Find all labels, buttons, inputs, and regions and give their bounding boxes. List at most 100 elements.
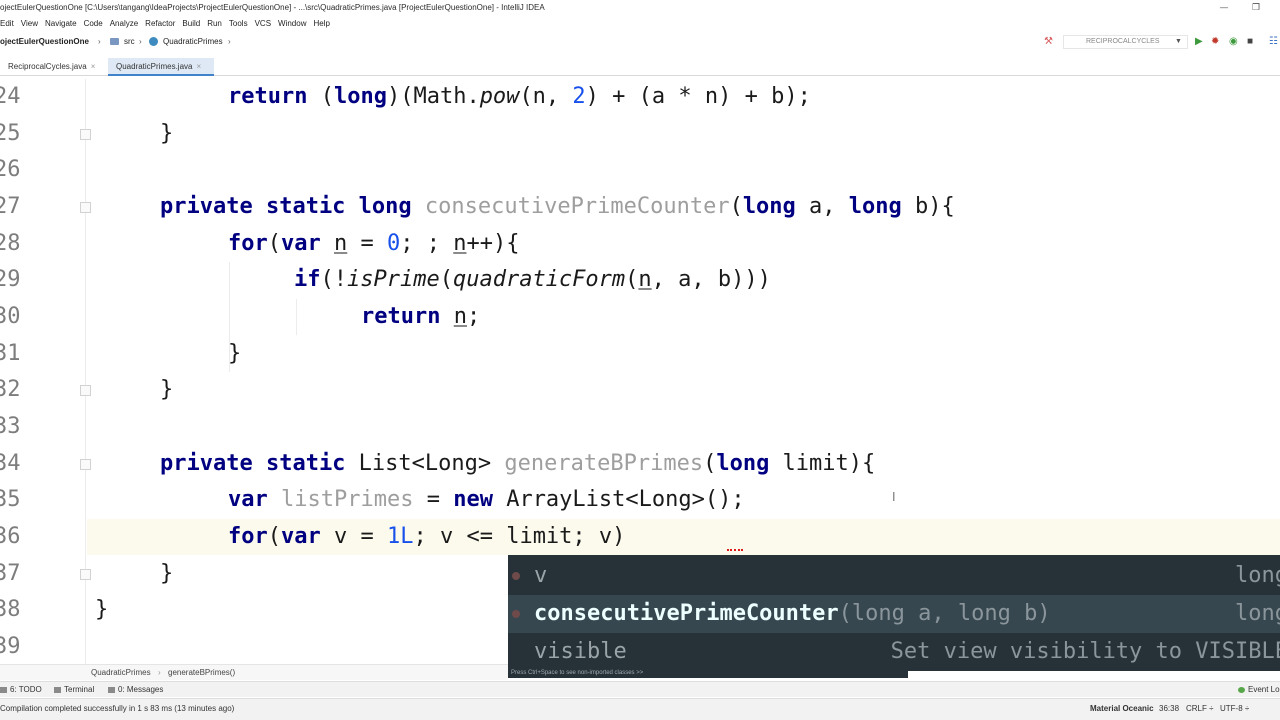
gutter: 24 25 26 27 28 29 30 31 32 33 34 35 36 3… bbox=[0, 79, 91, 664]
messages-icon bbox=[108, 686, 115, 693]
breadcrumb-method[interactable]: generateBPrimes() bbox=[168, 665, 235, 681]
coverage-icon[interactable]: ◉ bbox=[1229, 31, 1238, 53]
completion-args: (long a, long b) bbox=[838, 601, 1051, 626]
line-number: 31 bbox=[0, 341, 21, 366]
line-number: 33 bbox=[0, 414, 21, 439]
caret-position[interactable]: 36:38 bbox=[1159, 699, 1179, 719]
navigation-bar: ojectEulerQuestionOne › src › QuadraticP… bbox=[0, 31, 1280, 53]
menu-view[interactable]: View bbox=[21, 16, 38, 31]
editor-tabs: ReciprocalCycles.java × QuadraticPrimes.j… bbox=[0, 58, 1280, 76]
run-icon[interactable]: ▶ bbox=[1195, 31, 1203, 53]
file-encoding[interactable]: UTF-8 ÷ bbox=[1220, 699, 1249, 719]
todo-icon bbox=[0, 686, 7, 693]
breadcrumb: QuadraticPrimes › generateBPrimes() bbox=[0, 664, 508, 680]
tool-window-bar: 6: TODO Terminal 0: Messages Event Log bbox=[0, 681, 1280, 697]
menu-window[interactable]: Window bbox=[278, 16, 306, 31]
line-number: 28 bbox=[0, 231, 21, 256]
menu-run[interactable]: Run bbox=[207, 16, 222, 31]
chevron-down-icon[interactable]: ▼ bbox=[1175, 31, 1182, 53]
terminal-icon bbox=[54, 686, 61, 693]
nav-folder[interactable]: src bbox=[124, 31, 135, 53]
completion-name: consecutivePrimeCounter(long a, long b) bbox=[534, 595, 1051, 633]
todo-tool-button[interactable]: 6: TODO bbox=[0, 682, 42, 697]
menu-analyze[interactable]: Analyze bbox=[110, 16, 138, 31]
messages-label: 0: Messages bbox=[118, 685, 164, 694]
menu-build[interactable]: Build bbox=[182, 16, 200, 31]
run-config-select[interactable]: RECIPROCALCYCLES bbox=[1063, 35, 1188, 49]
menu-code[interactable]: Code bbox=[84, 16, 103, 31]
event-log-icon bbox=[1238, 686, 1245, 693]
restore-button[interactable]: ❐ bbox=[1246, 0, 1266, 16]
completion-type: long bbox=[1235, 563, 1280, 588]
window-title: ojectEulerQuestionOne [C:\Users\tangang\… bbox=[0, 3, 545, 12]
line-number: 37 bbox=[0, 561, 21, 586]
completion-name: v bbox=[534, 563, 548, 588]
nav-project[interactable]: ojectEulerQuestionOne bbox=[0, 31, 89, 53]
line-number: 25 bbox=[0, 121, 21, 146]
tab-quadratic-primes[interactable]: QuadraticPrimes.java × bbox=[108, 58, 214, 76]
breadcrumb-separator: › bbox=[158, 668, 161, 677]
fold-marker[interactable] bbox=[76, 200, 94, 214]
title-bar: ojectEulerQuestionOne [C:\Users\tangang\… bbox=[0, 0, 1280, 16]
breadcrumb-class[interactable]: QuadraticPrimes bbox=[91, 665, 151, 681]
nav-file[interactable]: QuadraticPrimes bbox=[163, 31, 223, 53]
todo-label: 6: TODO bbox=[10, 685, 42, 694]
line-number: 36 bbox=[0, 524, 21, 549]
folder-icon bbox=[110, 38, 119, 45]
fold-marker[interactable] bbox=[76, 127, 94, 141]
close-icon[interactable]: × bbox=[196, 62, 201, 71]
completion-item[interactable]: visible Set view visibility to VISIBLE bbox=[508, 633, 1280, 671]
line-number: 27 bbox=[0, 194, 21, 219]
class-icon bbox=[149, 37, 158, 46]
tab-label: QuadraticPrimes.java bbox=[116, 62, 193, 71]
debug-icon[interactable]: ✹ bbox=[1211, 31, 1219, 53]
completion-item[interactable]: v long bbox=[508, 557, 1280, 595]
line-number: 38 bbox=[0, 597, 21, 622]
indent-guide bbox=[296, 299, 297, 335]
method-icon bbox=[512, 610, 520, 618]
messages-tool-button[interactable]: 0: Messages bbox=[108, 682, 163, 697]
close-icon[interactable]: × bbox=[91, 62, 96, 71]
text-cursor-icon: I bbox=[892, 490, 896, 504]
line-number: 30 bbox=[0, 304, 21, 329]
status-message[interactable]: Compilation completed successfully in 1 … bbox=[0, 699, 234, 719]
error-squiggle bbox=[727, 546, 743, 551]
variable-icon bbox=[512, 572, 520, 580]
fold-marker[interactable] bbox=[76, 567, 94, 581]
terminal-label: Terminal bbox=[64, 685, 95, 694]
completion-item-selected[interactable]: consecutivePrimeCounter(long a, long b) … bbox=[508, 595, 1280, 633]
completion-popup[interactable]: v long consecutivePrimeCounter(long a, l… bbox=[508, 555, 1280, 671]
event-log-button[interactable]: Event Log bbox=[1238, 682, 1280, 697]
completion-type: long bbox=[1235, 601, 1280, 626]
completion-name: visible bbox=[534, 639, 627, 664]
line-number: 32 bbox=[0, 377, 21, 402]
structure-icon[interactable]: ☷ bbox=[1269, 31, 1278, 53]
menu-help[interactable]: Help bbox=[313, 16, 329, 31]
theme-indicator[interactable]: Material Oceanic bbox=[1090, 699, 1154, 719]
tab-label: ReciprocalCycles.java bbox=[8, 62, 87, 71]
fold-marker[interactable] bbox=[76, 457, 94, 471]
nav-separator: › bbox=[139, 37, 142, 46]
tab-reciprocal-cycles[interactable]: ReciprocalCycles.java × bbox=[0, 58, 102, 76]
menu-vcs[interactable]: VCS bbox=[255, 16, 271, 31]
fold-marker[interactable] bbox=[76, 383, 94, 397]
minimize-button[interactable]: — bbox=[1214, 0, 1234, 16]
menu-refactor[interactable]: Refactor bbox=[145, 16, 175, 31]
nav-separator: › bbox=[98, 37, 101, 46]
menu-bar: Edit View Navigate Code Analyze Refactor Build… bbox=[0, 16, 1280, 31]
status-bar: Compilation completed successfully in 1 … bbox=[0, 698, 1280, 720]
completion-name-post: ePrimeCounter bbox=[666, 601, 839, 626]
menu-edit[interactable]: Edit bbox=[0, 16, 14, 31]
stop-icon[interactable]: ■ bbox=[1247, 31, 1253, 53]
completion-type: Set view visibility to VISIBLE bbox=[890, 639, 1280, 664]
nav-separator: › bbox=[228, 37, 231, 46]
terminal-tool-button[interactable]: Terminal bbox=[54, 682, 94, 697]
menu-navigate[interactable]: Navigate bbox=[45, 16, 77, 31]
hammer-icon[interactable]: ⚒ bbox=[1044, 31, 1053, 53]
line-number: 26 bbox=[0, 157, 21, 182]
menu-tools[interactable]: Tools bbox=[229, 16, 248, 31]
line-number: 29 bbox=[0, 267, 21, 292]
line-number: 24 bbox=[0, 84, 21, 109]
line-separator[interactable]: CRLF ÷ bbox=[1186, 699, 1214, 719]
completion-hint: Press Ctrl+Space to see non-imported cla… bbox=[508, 668, 908, 678]
